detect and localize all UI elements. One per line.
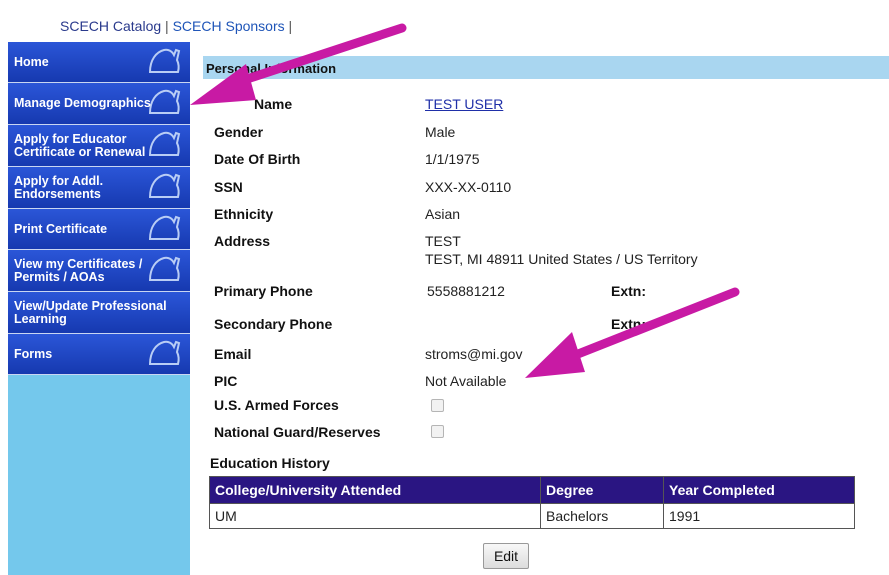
hand-icon [148,48,181,73]
sidebar: Home Manage Demographics Apply for Educa… [8,42,190,575]
column-header: Year Completed [663,476,855,504]
topnav-separator: | [284,18,293,34]
sidebar-item-label: Home [14,54,49,69]
primary-phone-label: Primary Phone [214,283,313,299]
table-cell: Bachelors [540,503,664,529]
armed-forces-label: U.S. Armed Forces [214,397,339,413]
dob-value: 1/1/1975 [425,151,480,167]
sidebar-item-label: Manage Demographics [14,96,151,110]
secondary-phone-label: Secondary Phone [214,316,333,332]
sidebar-item-label: View/Update Professional Learning [14,298,167,326]
address-line2: TEST, MI 48911 United States / US Territ… [425,251,698,267]
section-title: Personal Information [206,61,337,76]
arrow-annotation [525,287,740,378]
secondary-extn-label: Extn: [611,316,646,332]
top-nav-bar: SCECH Catalog | SCECH Sponsors | [0,0,889,42]
topnav-separator: | [161,18,173,34]
table-cell: 1991 [663,503,855,529]
table-row: UM Bachelors 1991 [209,503,855,529]
table-cell: UM [209,503,541,529]
address-line1: TEST [425,233,461,249]
table-header-row: College/University Attended Degree Year … [209,476,855,504]
column-header: Degree [540,476,664,504]
primary-phone-value: 5558881212 [427,283,505,299]
scech-sponsors-link[interactable]: SCECH Sponsors [173,18,285,34]
education-history-title: Education History [210,455,330,471]
ssn-value: XXX-XX-0110 [425,179,512,195]
email-label: Email [214,346,252,362]
sidebar-item-forms[interactable]: Forms [8,334,190,375]
sidebar-item-professional-learning[interactable]: View/Update Professional Learning [8,292,190,334]
education-table: College/University Attended Degree Year … [209,476,855,529]
name-value-link[interactable]: TEST USER [425,96,503,112]
sidebar-item-label: Apply for Educator Certificate or Renewa… [14,131,146,159]
gender-value: Male [425,124,456,140]
sidebar-item-home[interactable]: Home [8,42,190,83]
pic-value: Not Available [425,373,507,389]
sidebar-item-apply-certificate[interactable]: Apply for Educator Certificate or Renewa… [8,125,190,167]
hand-icon [148,89,181,114]
sidebar-item-label: Forms [14,346,53,361]
dob-label: Date Of Birth [214,151,301,167]
armed-forces-checkbox[interactable] [431,399,444,412]
sidebar-item-manage-demographics[interactable]: Manage Demographics [8,83,190,125]
hand-icon [148,215,181,240]
sidebar-item-label: Apply for Addl. Endorsements [14,173,104,201]
sidebar-item-label: Print Certificate [14,221,108,236]
gender-label: Gender [214,124,264,140]
sidebar-item-print-certificate[interactable]: Print Certificate [8,209,190,250]
pic-label: PIC [214,373,238,389]
sidebar-item-apply-endorsements[interactable]: Apply for Addl. Endorsements [8,167,190,209]
primary-extn-label: Extn: [611,283,646,299]
scech-catalog-link[interactable]: SCECH Catalog [60,18,161,34]
hand-icon [148,340,181,365]
ethnicity-label: Ethnicity [214,206,274,222]
edit-button[interactable]: Edit [483,543,529,569]
ssn-label: SSN [214,179,243,195]
ethnicity-value: Asian [425,206,461,222]
national-guard-label: National Guard/Reserves [214,424,381,440]
sidebar-item-view-certificates[interactable]: View my Certificates / Permits / AOAs [8,250,190,292]
national-guard-checkbox[interactable] [431,425,444,438]
name-label: Name [254,96,293,112]
email-value: stroms@mi.gov [425,346,523,362]
column-header: College/University Attended [209,476,541,504]
address-label: Address [214,233,271,249]
sidebar-item-label: View my Certificates / Permits / AOAs [14,256,143,284]
section-header: Personal Information [203,56,889,79]
